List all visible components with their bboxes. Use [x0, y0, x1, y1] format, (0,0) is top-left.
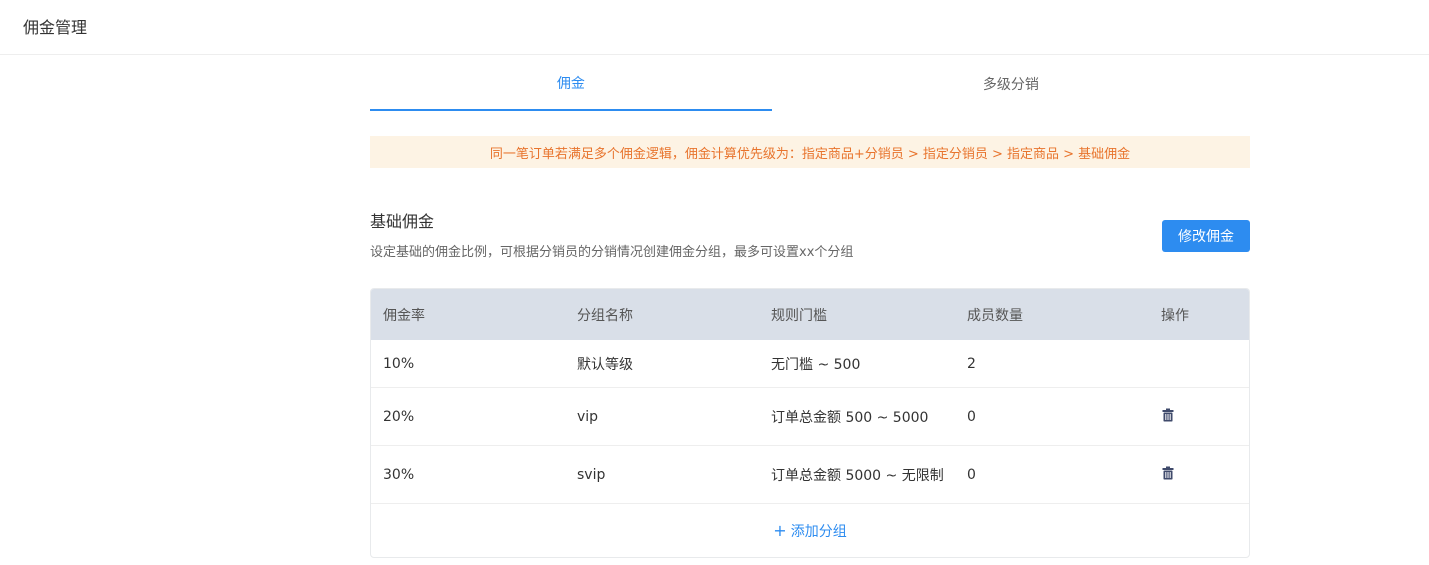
cell-group-name: 默认等级	[577, 356, 633, 373]
table-row: 30% svip 订单总金额 5000 ~ 无限制 0	[371, 446, 1249, 504]
cell-actions	[1149, 408, 1249, 426]
table-header: 佣金率 分组名称 规则门槛 成员数量 操作	[371, 289, 1249, 340]
cell-members: 0	[967, 466, 976, 483]
priority-notice: 同一笔订单若满足多个佣金逻辑，佣金计算优先级为：指定商品+分销员 > 指定分销员…	[370, 136, 1250, 168]
cell-group-name: svip	[577, 466, 606, 483]
add-group-label: 添加分组	[790, 523, 847, 540]
table-row: 20% vip 订单总金额 500 ~ 5000 0	[371, 388, 1249, 446]
page-title: 佣金管理	[23, 18, 88, 37]
commission-table: 佣金率 分组名称 规则门槛 成员数量 操作 10% 默认等级 无门槛 ~ 500…	[370, 288, 1250, 558]
header-actions: 操作	[1161, 307, 1189, 324]
section-description: 设定基础的佣金比例，可根据分销员的分销情况创建佣金分组，最多可设置xx个分组	[370, 245, 854, 260]
edit-commission-button[interactable]: 修改佣金	[1162, 220, 1250, 252]
trash-icon[interactable]	[1161, 466, 1175, 480]
cell-rule: 订单总金额 500 ~ 5000	[771, 409, 929, 426]
tab-multi-level-distribution[interactable]: 多级分销	[772, 56, 1250, 111]
table-row: 10% 默认等级 无门槛 ~ 500 2	[371, 340, 1249, 388]
cell-group-name: vip	[577, 408, 599, 425]
header-group-name: 分组名称	[577, 307, 633, 324]
trash-icon[interactable]	[1161, 408, 1175, 422]
add-group-button[interactable]: + 添加分组	[371, 504, 1249, 557]
plus-icon: +	[773, 520, 787, 540]
cell-rule: 订单总金额 5000 ~ 无限制	[771, 467, 944, 484]
cell-members: 2	[967, 355, 976, 372]
cell-rate: 20%	[383, 408, 415, 425]
cell-members: 0	[967, 408, 976, 425]
header-members: 成员数量	[967, 307, 1023, 324]
cell-rate: 30%	[383, 466, 415, 483]
header-rule: 规则门槛	[771, 307, 827, 324]
cell-actions	[1149, 466, 1249, 484]
cell-rate: 10%	[383, 355, 415, 372]
page-header: 佣金管理	[0, 0, 1429, 55]
header-rate: 佣金率	[383, 307, 425, 324]
main-content: 佣金 多级分销 同一笔订单若满足多个佣金逻辑，佣金计算优先级为：指定商品+分销员…	[370, 56, 1250, 558]
tab-bar: 佣金 多级分销	[370, 56, 1250, 111]
section-title: 基础佣金	[370, 212, 435, 231]
cell-rule: 无门槛 ~ 500	[771, 356, 861, 373]
tab-commission[interactable]: 佣金	[370, 56, 772, 111]
